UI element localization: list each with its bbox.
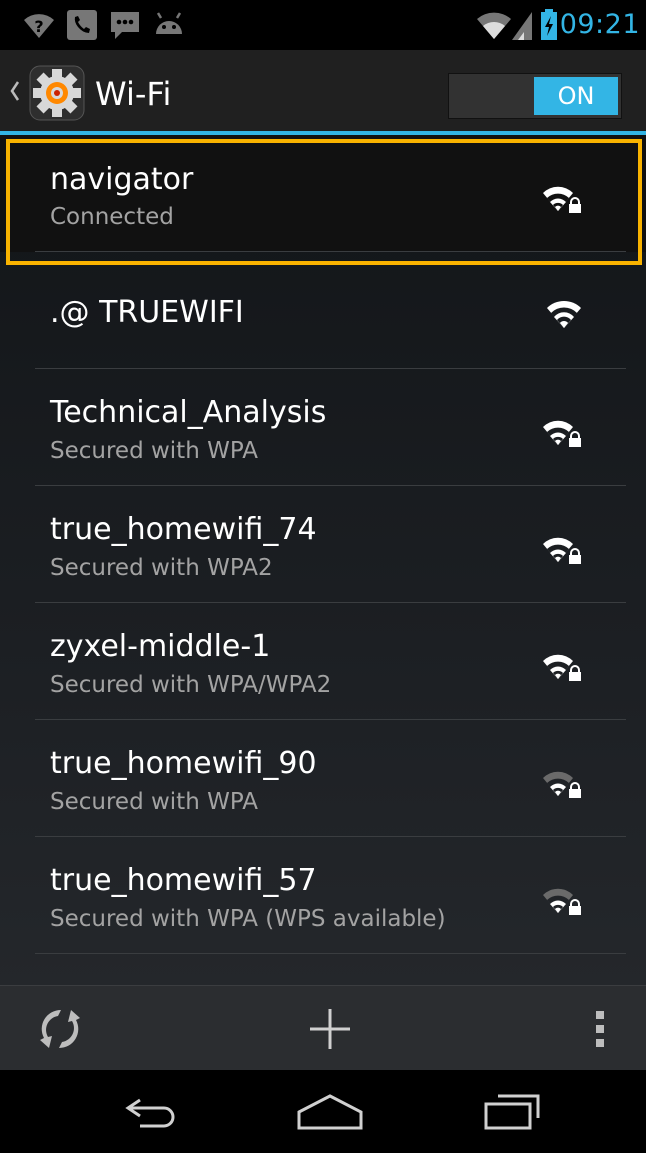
- cell-signal-icon: [512, 12, 532, 40]
- wifi-signal-medium-locked-icon: [543, 888, 581, 915]
- wps-icon: [40, 1009, 80, 1048]
- settings-gear-icon[interactable]: [28, 64, 86, 122]
- action-bar: Wi-Fi ON: [0, 50, 646, 135]
- network-row[interactable]: true_homewifi_90 Secured with WPA: [0, 720, 646, 837]
- network-row[interactable]: Technical_Analysis Secured with WPA: [0, 369, 646, 486]
- network-status: Secured with WPA: [50, 438, 258, 464]
- network-row[interactable]: navigator Connected: [0, 135, 646, 252]
- network-name: zyxel-middle-1: [50, 629, 271, 664]
- wifi-signal-locked-icon: [543, 186, 581, 213]
- network-status: Secured with WPA (WPS available): [50, 906, 446, 932]
- network-row[interactable]: zyxel-middle-1 Secured with WPA/WPA2: [0, 603, 646, 720]
- network-name: true_homewifi_74: [50, 512, 317, 547]
- wifi-signal-open-icon: [547, 300, 581, 328]
- network-name: true_homewifi_90: [50, 746, 317, 781]
- battery-charging-icon: [541, 9, 557, 40]
- add-network-button[interactable]: [290, 986, 370, 1071]
- network-status: Connected: [50, 204, 174, 230]
- network-name: Technical_Analysis: [50, 395, 327, 430]
- network-name: navigator: [50, 162, 194, 197]
- chat-icon: [111, 12, 139, 39]
- bottom-action-bar: [0, 985, 646, 1070]
- recent-apps-button[interactable]: [462, 1070, 562, 1153]
- svg-text:?: ?: [34, 17, 43, 36]
- wifi-signal-locked-icon: [543, 537, 581, 564]
- network-status: Secured with WPA2: [50, 555, 273, 581]
- network-name: .@ TRUEWIFI: [50, 295, 244, 330]
- network-row[interactable]: .@ TRUEWIFI: [0, 252, 646, 369]
- home-button[interactable]: [280, 1070, 380, 1153]
- wifi-question-icon: ?: [24, 14, 54, 38]
- wifi-icon: [477, 12, 511, 40]
- network-row[interactable]: true_homewifi_57 Secured with WPA (WPS a…: [0, 837, 646, 954]
- wps-button[interactable]: [25, 986, 95, 1071]
- wifi-signal-locked-icon: [543, 420, 581, 447]
- home-icon: [297, 1093, 363, 1129]
- add-network-icon: [310, 1008, 350, 1049]
- wifi-toggle[interactable]: ON: [448, 73, 622, 119]
- back-icon: [125, 1098, 175, 1127]
- back-button[interactable]: [100, 1070, 200, 1153]
- page-title: Wi-Fi: [95, 75, 172, 113]
- up-chevron-icon[interactable]: [10, 80, 20, 102]
- overflow-menu-icon: [596, 1010, 604, 1047]
- toggle-on-label: ON: [534, 77, 618, 115]
- network-row[interactable]: true_homewifi_74 Secured with WPA2: [0, 486, 646, 603]
- android-icon: [156, 12, 182, 34]
- network-list[interactable]: navigator Connected .@ TRUEWIFI Technica…: [0, 135, 646, 985]
- clock: 09:21: [559, 9, 640, 40]
- wifi-signal-medium-locked-icon: [543, 771, 581, 798]
- wifi-signal-locked-icon: [543, 654, 581, 681]
- network-status: Secured with WPA: [50, 789, 258, 815]
- recent-apps-icon: [484, 1094, 540, 1129]
- navigation-bar: [0, 1070, 646, 1153]
- status-bar: ? 09:21: [0, 0, 646, 50]
- phone-icon: [67, 10, 97, 40]
- overflow-menu-button[interactable]: [570, 986, 630, 1071]
- network-status: Secured with WPA/WPA2: [50, 672, 332, 698]
- network-name: true_homewifi_57: [50, 863, 317, 898]
- network-row-partial[interactable]: [0, 954, 646, 985]
